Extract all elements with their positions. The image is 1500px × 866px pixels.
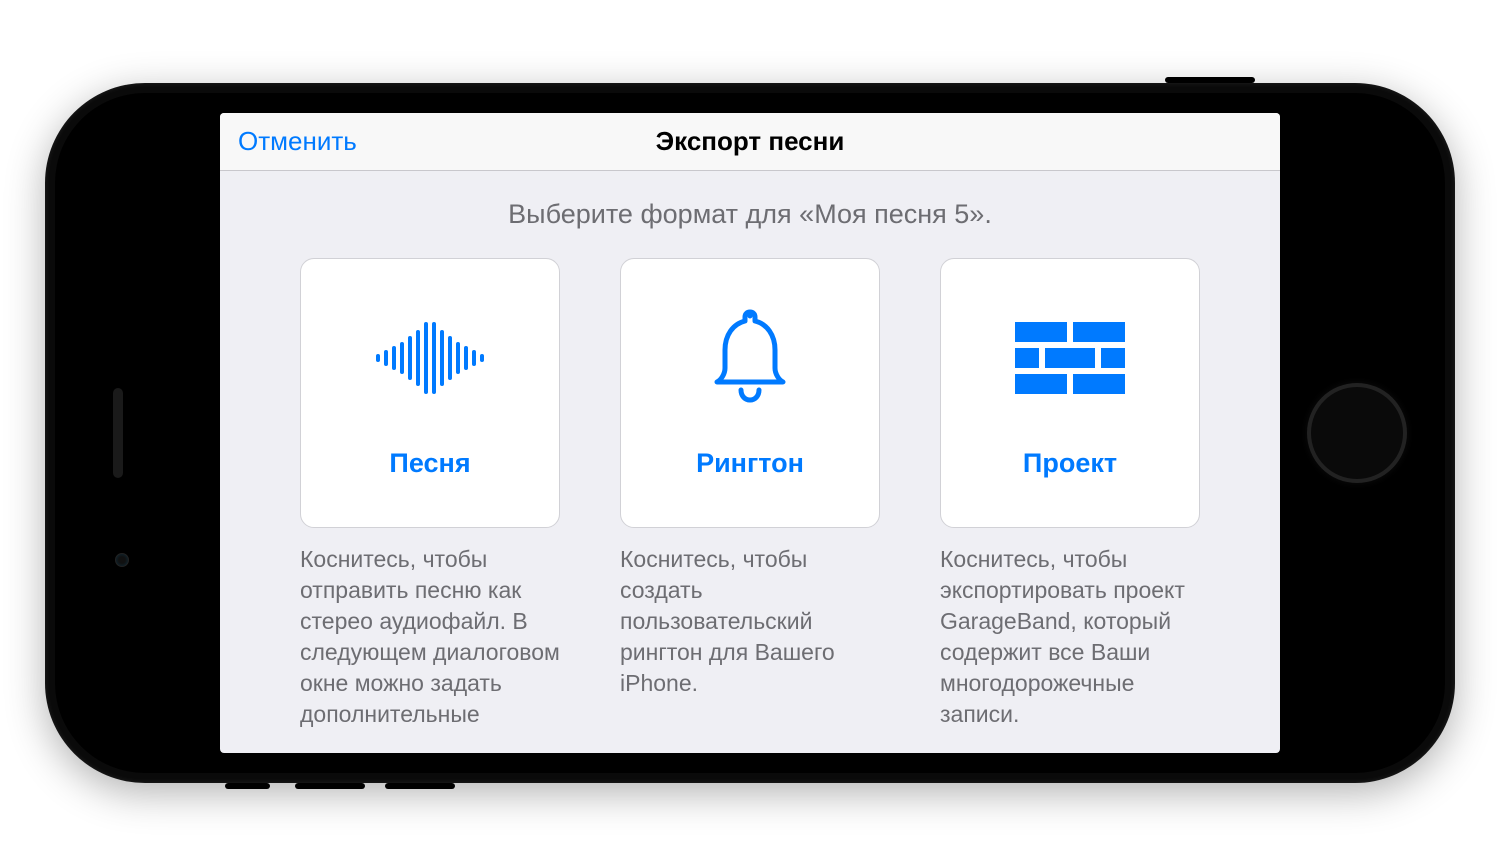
power-button [1165, 77, 1255, 83]
subtitle: Выберите формат для «Моя песня 5». [300, 199, 1200, 230]
mute-switch [225, 783, 270, 789]
phone-frame: Отменить Экспорт песни Выберите формат д… [45, 83, 1455, 783]
ringtone-description: Коснитесь, чтобы создать пользовательски… [620, 544, 880, 699]
option-project: Проект Коснитесь, чтобы экспортировать п… [940, 258, 1200, 730]
page-title: Экспорт песни [220, 126, 1280, 157]
bell-icon [705, 308, 795, 408]
song-card[interactable]: Песня [300, 258, 560, 528]
home-button[interactable] [1307, 383, 1407, 483]
ringtone-card[interactable]: Рингтон [620, 258, 880, 528]
volume-up-button [295, 783, 365, 789]
brick-wall-icon [1015, 308, 1125, 408]
project-card-label: Проект [1023, 448, 1117, 479]
song-card-label: Песня [389, 448, 470, 479]
volume-down-button [385, 783, 455, 789]
option-song: Песня Коснитесь, чтобы отправить песню к… [300, 258, 560, 730]
export-options-row: Песня Коснитесь, чтобы отправить песню к… [300, 258, 1200, 730]
waveform-icon [370, 308, 490, 408]
phone-inner: Отменить Экспорт песни Выберите формат д… [55, 93, 1445, 773]
navbar: Отменить Экспорт песни [220, 113, 1280, 171]
option-ringtone: Рингтон Коснитесь, чтобы создать пользов… [620, 258, 880, 730]
song-description: Коснитесь, чтобы отправить песню как сте… [300, 544, 560, 730]
cancel-button[interactable]: Отменить [238, 126, 357, 157]
project-description: Коснитесь, чтобы экспортировать проект G… [940, 544, 1200, 730]
project-card[interactable]: Проект [940, 258, 1200, 528]
phone-camera [115, 553, 129, 567]
ringtone-card-label: Рингтон [696, 448, 804, 479]
app-screen: Отменить Экспорт песни Выберите формат д… [220, 113, 1280, 753]
phone-speaker [113, 388, 123, 478]
content-area: Выберите формат для «Моя песня 5». [220, 171, 1280, 753]
